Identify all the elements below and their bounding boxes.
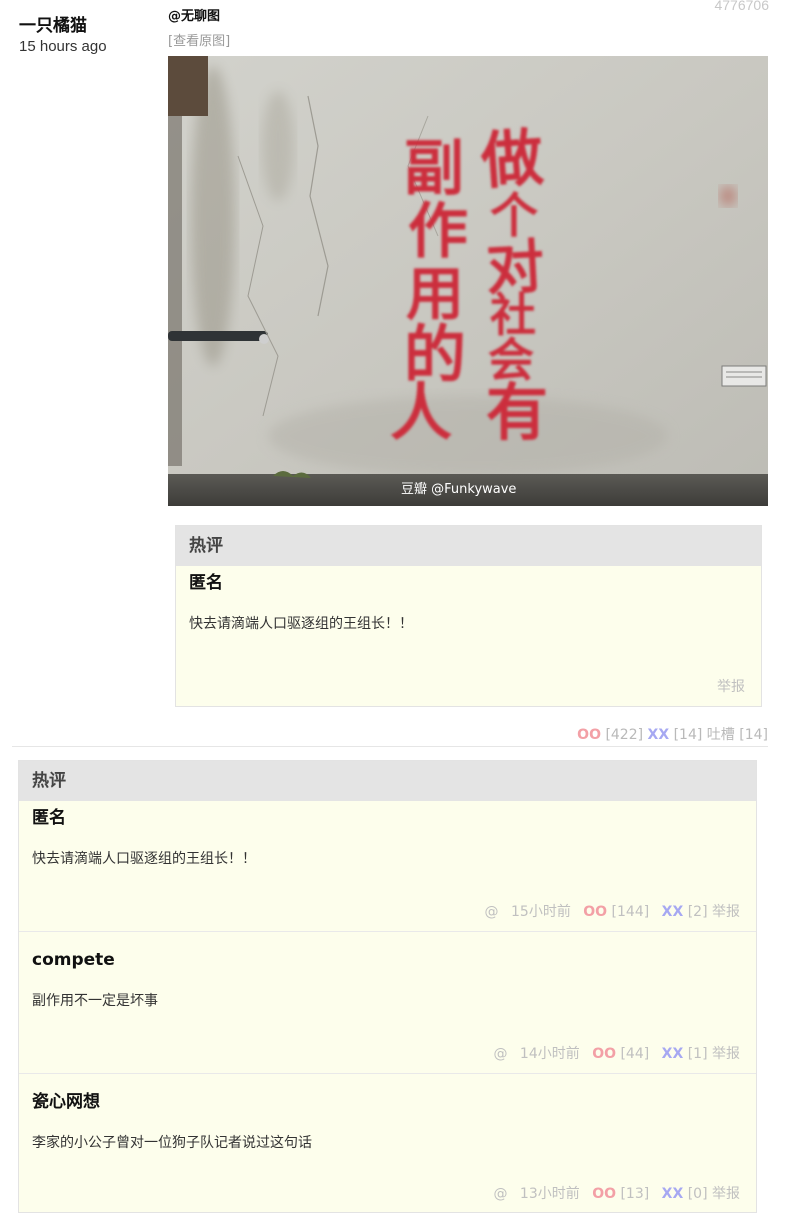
post-content: @无聊图 [查看原图] (168, 8, 768, 50)
xx-count: [1] (687, 1046, 708, 1062)
hot-comments-header: 热评 (19, 761, 756, 801)
hot-comments-panel: 热评 匿名 快去请滴端人口驱逐组的王组长！！ @ 15小时前 OO [144] … (18, 760, 757, 1213)
graffiti-wall-image: 做 个 对 社 会 有 副 作 用 的 人 豆瓣 @Funkywave (168, 56, 768, 506)
comment-text: 副作用不一定是坏事 (32, 993, 158, 1009)
comment-meta: 举报 (717, 676, 745, 696)
graffiti-char: 作 (408, 197, 468, 267)
inline-hot-comment-box: 热评 匿名 快去请滴端人口驱逐组的王组长！！ 举报 (175, 525, 762, 707)
comment-author[interactable]: 匿名 (189, 566, 748, 594)
oo-count: [422] (605, 727, 644, 743)
xx-count: [0] (687, 1186, 708, 1202)
reply-at-button[interactable]: @ (493, 1046, 507, 1062)
comment-author[interactable]: compete (32, 932, 743, 971)
graffiti-char: 有 (486, 376, 548, 449)
tucao-button[interactable]: 吐槽 (707, 727, 735, 743)
graffiti-char: 做 (478, 121, 546, 198)
comment-time: 13小时前 (519, 1186, 580, 1202)
oo-vote-button[interactable]: OO (583, 904, 607, 920)
comment-author[interactable]: 瓷心网想 (32, 1074, 743, 1113)
hot-comment-item: 瓷心网想 李家的小公子曾对一位狗子队记者说过这句话 @ 13小时前 OO [13… (19, 1073, 756, 1213)
report-link[interactable]: 举报 (712, 1186, 740, 1202)
comment-text: 快去请滴端人口驱逐组的王组长！！ (189, 616, 413, 632)
report-link[interactable]: 举报 (717, 679, 745, 695)
oo-count: [13] (620, 1186, 650, 1202)
oo-vote-button[interactable]: OO (577, 727, 601, 743)
comment-meta: @ 13小时前 OO [13] XX [0] 举报 (493, 1183, 740, 1203)
tucao-count: [14] (739, 727, 768, 743)
post-divider (12, 746, 768, 747)
photo-watermark: 豆瓣 @Funkywave (401, 482, 516, 497)
post-photo[interactable]: 做 个 对 社 会 有 副 作 用 的 人 豆瓣 @Funkywave (168, 56, 768, 506)
comment-text: 李家的小公子曾对一位狗子队记者说过这句话 (32, 1135, 312, 1151)
post-author-name[interactable]: 一只橘猫 (19, 16, 159, 36)
post-vote-bar: OO [422] XX [14] 吐槽 [14] (577, 724, 768, 744)
xx-count: [2] (687, 904, 708, 920)
oo-vote-button[interactable]: OO (592, 1046, 616, 1062)
reply-at-button[interactable]: @ (493, 1186, 507, 1202)
oo-count: [144] (611, 904, 650, 920)
post-author-block: 一只橘猫 15 hours ago (19, 16, 159, 55)
graffiti-char: 人 (390, 376, 452, 449)
xx-count: [14] (673, 727, 703, 743)
inline-hot-header: 热评 (176, 526, 761, 566)
graffiti-char: 副 (404, 134, 464, 204)
xx-vote-button[interactable]: XX (662, 904, 684, 920)
comment-meta: @ 14小时前 OO [44] XX [1] 举报 (493, 1043, 740, 1063)
comment-time: 15小时前 (511, 904, 571, 920)
comment-text: 快去请滴端人口驱逐组的王组长！！ (32, 851, 256, 867)
xx-vote-button[interactable]: XX (662, 1046, 684, 1062)
view-original-link[interactable]: [查看原图] (168, 34, 768, 50)
inline-hot-comment: 匿名 快去请滴端人口驱逐组的王组长！！ 举报 (176, 566, 761, 706)
xx-vote-button[interactable]: XX (662, 1186, 684, 1202)
reply-at-button[interactable]: @ (485, 904, 499, 920)
comment-author[interactable]: 匿名 (32, 801, 743, 829)
report-link[interactable]: 举报 (712, 904, 740, 920)
comment-time: 14小时前 (519, 1046, 580, 1062)
comment-meta: @ 15小时前 OO [144] XX [2] 举报 (485, 901, 740, 921)
hot-comment-item: compete 副作用不一定是坏事 @ 14小时前 OO [44] XX [1]… (19, 931, 756, 1073)
xx-vote-button[interactable]: XX (648, 727, 670, 743)
report-link[interactable]: 举报 (712, 1046, 740, 1062)
oo-vote-button[interactable]: OO (592, 1186, 616, 1202)
post-mention[interactable]: @无聊图 (168, 8, 768, 26)
oo-count: [44] (620, 1046, 650, 1062)
post-timestamp: 15 hours ago (19, 38, 107, 55)
hot-comment-item: 匿名 快去请滴端人口驱逐组的王组长！！ @ 15小时前 OO [144] XX … (19, 801, 756, 931)
